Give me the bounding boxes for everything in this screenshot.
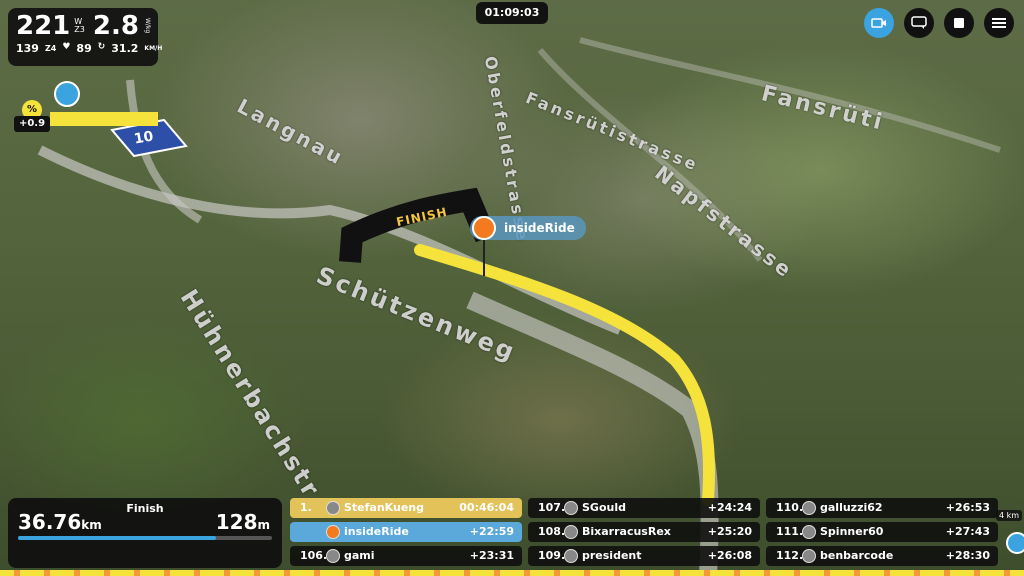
chat-button[interactable] (904, 8, 934, 38)
finish-progress-track (18, 536, 272, 540)
rider-time: +26:53 (945, 501, 990, 514)
heart-icon: ♥ (62, 42, 71, 52)
avatar (564, 501, 578, 515)
avatar (564, 549, 578, 563)
avatar (802, 549, 816, 563)
leaderboard-row[interactable]: 108. BixarracusRex +25:20 (528, 522, 760, 542)
rank: 109. (538, 549, 566, 562)
rank: 112. (776, 549, 804, 562)
stop-icon (954, 18, 964, 28)
grade-profile-bar (50, 112, 158, 126)
speed-unit: KM/H (144, 45, 163, 52)
finish-progress-fill (18, 536, 217, 540)
elevation-remaining: 128m (216, 510, 270, 534)
distance-value: 36.76 (18, 510, 82, 534)
camera-icon (871, 18, 886, 28)
heart-rate-zone: Z4 (44, 44, 57, 53)
leaderboard-row[interactable]: 110. galluzzi62 +26:53 (766, 498, 998, 518)
speed-value: 31.2 (111, 42, 139, 55)
leaderboard-row[interactable]: 106. gami +23:31 (290, 546, 522, 566)
rider-name: insideRide (344, 525, 409, 538)
chat-icon (911, 16, 927, 29)
leaderboard-row[interactable]: 107. SGould +24:24 (528, 498, 760, 518)
distance-unit: km (81, 518, 102, 532)
ride-stats-panel: 221 W Z3 2.8 W/kg 139 Z4 ♥ 89 ↻ 31.2 KM/… (8, 8, 162, 66)
wkg-unit: W/kg (143, 18, 151, 34)
road-sign: 10 (132, 128, 155, 148)
power-value: 221 (16, 11, 71, 41)
power-unit-block: W Z3 (74, 18, 85, 34)
grade-value: +0.9 (14, 116, 50, 132)
rider-time: +22:59 (469, 525, 514, 538)
rider-name: Spinner60 (820, 525, 884, 538)
elevation-profile-strip (0, 570, 1024, 576)
avatar (802, 525, 816, 539)
rider-name: SGould (582, 501, 626, 514)
map-roads (37, 37, 1001, 576)
rider-time: +27:43 (945, 525, 990, 538)
power-zone: Z3 (74, 25, 85, 34)
rank: 111. (776, 525, 804, 538)
elevation-value: 128 (215, 510, 258, 534)
elapsed-time: 01:09:03 (476, 2, 548, 24)
avatar (326, 501, 340, 515)
rider-name: BixarracusRex (582, 525, 671, 538)
rank: 1. (300, 501, 312, 514)
stop-button[interactable] (944, 8, 974, 38)
wkg-value: 2.8 (92, 11, 139, 41)
rider-name: galluzzi62 (820, 501, 883, 514)
rider-time: +24:24 (707, 501, 752, 514)
rider-name: benbarcode (820, 549, 894, 562)
rider-edge-avatar-icon (1006, 532, 1024, 554)
rank: 110. (776, 501, 804, 514)
avatar (802, 501, 816, 515)
distance-badge: 4 km (995, 510, 1022, 521)
cadence-icon: ↻ (97, 42, 106, 52)
menu-button[interactable] (984, 8, 1014, 38)
rider-name: StefanKueng (344, 501, 425, 514)
avatar (326, 525, 340, 539)
leaderboard-row[interactable]: 109. president +26:08 (528, 546, 760, 566)
rider-name: gami (344, 549, 375, 562)
rider-time: +23:31 (469, 549, 514, 562)
menu-icon (992, 18, 1006, 28)
finish-progress-panel: Finish 36.76km 128m (8, 498, 282, 568)
leaderboard-row[interactable]: 111. Spinner60 +27:43 (766, 522, 998, 542)
leaderboard-row[interactable]: 112. benbarcode +28:30 (766, 546, 998, 566)
heart-rate-value: 139 (16, 42, 39, 55)
leaderboard-row[interactable]: 1. StefanKueng 00:46:04 (290, 498, 522, 518)
rider-name: president (582, 549, 642, 562)
rank: 106. (300, 549, 328, 562)
leaderboard-row-self[interactable]: insideRide +22:59 (290, 522, 522, 542)
rank: 108. (538, 525, 566, 538)
cadence-value: 89 (76, 42, 92, 55)
rider-time: +25:20 (707, 525, 752, 538)
rank: 107. (538, 501, 566, 514)
camera-button[interactable] (864, 8, 894, 38)
avatar (326, 549, 340, 563)
map-view[interactable]: Langnau Oberfeldstrasse Fansrütistrasse … (0, 0, 1024, 576)
distance-remaining: 36.76km (18, 510, 102, 534)
rider-map-avatar-icon (472, 216, 496, 240)
avatar (564, 525, 578, 539)
rider-time: 00:46:04 (459, 501, 514, 514)
elevation-unit: m (257, 518, 270, 532)
rider-time: +26:08 (707, 549, 752, 562)
rider-time: +28:30 (945, 549, 990, 562)
